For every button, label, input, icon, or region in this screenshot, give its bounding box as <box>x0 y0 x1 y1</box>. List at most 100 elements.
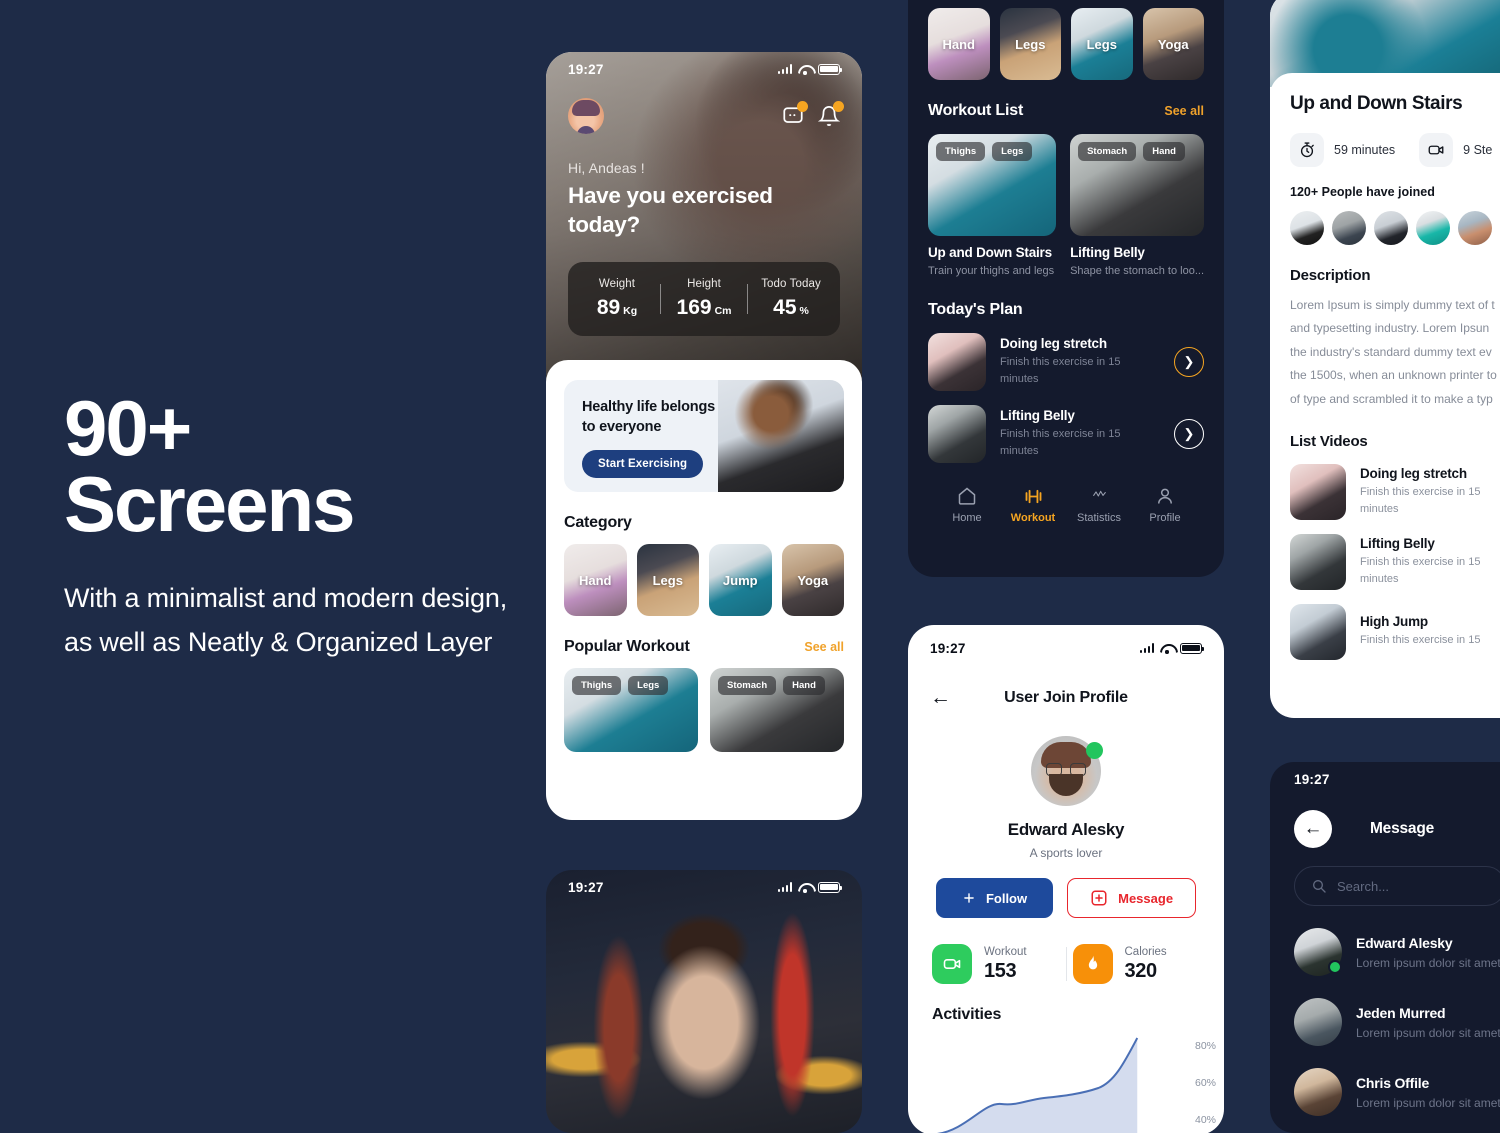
avatar <box>1332 211 1366 245</box>
see-all-link[interactable]: See all <box>1164 104 1204 118</box>
contact-list-item[interactable]: Edward Alesky Lorem ipsum dolor sit amet <box>1294 928 1500 976</box>
status-bar: 19:27 <box>908 631 1224 665</box>
plan-desc: Finish this exercise in 15 minutes <box>1000 427 1121 457</box>
category-item-legs-2[interactable]: Legs <box>1071 8 1133 80</box>
see-all-link[interactable]: See all <box>804 640 844 654</box>
status-bar: 19:27 <box>546 870 862 904</box>
contact-name: Chris Offile <box>1356 1074 1430 1091</box>
workout-image: Stomach Hand <box>710 668 844 752</box>
category-item-jump[interactable]: Jump <box>709 544 772 616</box>
chevron-right-icon[interactable]: ❯ <box>1174 419 1204 449</box>
category-item-legs[interactable]: Legs <box>999 8 1061 80</box>
video-list-item[interactable]: Doing leg stretch Finish this exercise i… <box>1290 463 1500 520</box>
category-item-yoga[interactable]: Yoga <box>1142 8 1204 80</box>
avatar-glasses <box>1046 763 1086 776</box>
tag-chip: Hand <box>1143 142 1185 161</box>
status-time: 19:27 <box>568 61 604 77</box>
avatar <box>1416 211 1450 245</box>
home-icon <box>934 485 1000 507</box>
category-label: Legs <box>1086 36 1117 52</box>
promo-banner[interactable]: Healthy life belongs to everyone Start E… <box>564 380 844 492</box>
activities-area-chart <box>937 1037 1139 1133</box>
stat-label: Height <box>687 277 721 290</box>
meta-steps: 9 Ste <box>1419 133 1492 167</box>
contact-list-item[interactable]: Jeden Murred Lorem ipsum dolor sit amet <box>1294 998 1500 1046</box>
battery-icon <box>818 881 843 893</box>
plan-item[interactable]: Doing leg stretch Finish this exercise i… <box>928 333 1204 391</box>
wifi-icon <box>1160 643 1174 654</box>
plan-item[interactable]: Lifting Belly Finish this exercise in 15… <box>928 405 1204 463</box>
tab-profile[interactable]: Profile <box>1132 485 1198 524</box>
hero-title-line-2: Screens <box>64 460 356 549</box>
y-tick: 80% <box>1194 1040 1216 1052</box>
avatar <box>1458 211 1492 245</box>
video-icon <box>1419 133 1454 167</box>
tab-home[interactable]: Home <box>934 485 1000 524</box>
video-thumbnail <box>1290 603 1346 660</box>
bottom-tab-bar: Home Workout Statistics Profile <box>928 485 1204 540</box>
workout-list-heading: Workout List <box>928 102 1024 119</box>
contact-name: Edward Alesky <box>1356 934 1453 951</box>
back-arrow-icon[interactable]: ← <box>1294 810 1332 848</box>
tag-chip: Thighs <box>572 676 622 695</box>
workout-card[interactable]: Thighs Legs <box>564 668 698 752</box>
start-exercising-button[interactable]: Start Exercising <box>582 450 704 479</box>
video-icon <box>932 944 972 984</box>
avatar <box>1290 211 1324 245</box>
category-item-hand[interactable]: Hand <box>564 544 627 616</box>
message-button[interactable]: Message <box>1067 878 1197 918</box>
video-list-item[interactable]: High Jump Finish this exercise in 15 <box>1290 603 1500 660</box>
follow-button[interactable]: Follow <box>935 878 1054 918</box>
follow-button-label: Follow <box>985 890 1028 906</box>
tab-statistics[interactable]: Statistics <box>1066 485 1132 524</box>
workout-list-item[interactable]: Stomach Hand Lifting Belly Shape the sto… <box>1070 134 1204 277</box>
search-input[interactable]: Search... <box>1294 866 1500 906</box>
divider <box>1065 947 1067 981</box>
phone-hero-photo-screen: 19:27 <box>546 870 862 1133</box>
phone-home-screen: 19:27 Hi, Andeas ! Have you exercised to… <box>546 52 862 820</box>
stat-value: 153 <box>984 959 1017 982</box>
todays-plan-heading: Today's Plan <box>928 301 1023 318</box>
video-list-item[interactable]: Lifting Belly Finish this exercise in 15… <box>1290 533 1500 590</box>
chat-icon[interactable] <box>782 101 808 127</box>
video-name: High Jump <box>1360 614 1428 630</box>
online-status-badge <box>1086 742 1103 759</box>
hero-title-line-1: 90+ <box>64 384 192 472</box>
category-item-legs[interactable]: Legs <box>636 544 699 616</box>
avatar <box>1294 928 1342 976</box>
add-box-icon <box>1091 890 1107 906</box>
y-tick: 40% <box>1194 1114 1216 1126</box>
signal-icon <box>777 882 792 892</box>
wifi-icon <box>798 882 812 893</box>
stat-todo: Todo Today 45% <box>748 278 834 320</box>
bell-icon[interactable] <box>817 101 844 127</box>
category-item-hand[interactable]: Hand <box>928 8 990 80</box>
tag-chip: Stomach <box>718 676 777 695</box>
joined-count: 120+ People have joined <box>1290 185 1435 199</box>
contact-list-item[interactable]: Chris Offile Lorem ipsum dolor sit amet <box>1294 1068 1500 1116</box>
stopwatch-icon <box>1290 133 1324 167</box>
plan-name: Doing leg stretch <box>1000 335 1107 351</box>
activities-heading: Activities <box>932 1006 1002 1023</box>
workout-name: Up and Down Stairs <box>928 245 1052 260</box>
status-bar: 19:27 <box>1294 762 1500 796</box>
description-text: Lorem Ipsum is simply dummy text of t an… <box>1290 294 1500 411</box>
tag-chip: Legs <box>992 142 1033 161</box>
workout-card[interactable]: Stomach Hand <box>710 668 844 752</box>
category-item-yoga[interactable]: Yoga <box>781 544 844 616</box>
avatar[interactable] <box>568 98 604 134</box>
chevron-right-icon[interactable]: ❯ <box>1174 347 1204 377</box>
category-label: Jump <box>722 572 758 588</box>
back-arrow-icon[interactable]: ← <box>930 687 952 708</box>
status-bar: 19:27 <box>546 52 862 86</box>
video-name: Doing leg stretch <box>1360 465 1467 481</box>
workout-list-item[interactable]: Thighs Legs Up and Down Stairs Train you… <box>928 134 1057 277</box>
profile-avatar[interactable] <box>1031 736 1103 806</box>
popular-workout-header: Popular Workout See all <box>564 638 844 656</box>
message-nav-bar: ← Message <box>1294 810 1500 848</box>
tag-chip: Thighs <box>936 142 986 161</box>
tab-workout[interactable]: Workout <box>1000 485 1066 524</box>
popular-workout-list: Thighs Legs Stomach Hand <box>564 668 844 752</box>
phone-workout-screen: Hand Legs Legs Yoga Workout List See all… <box>908 0 1224 577</box>
home-hero-image: 19:27 Hi, Andeas ! Have you exercised to… <box>546 52 862 382</box>
